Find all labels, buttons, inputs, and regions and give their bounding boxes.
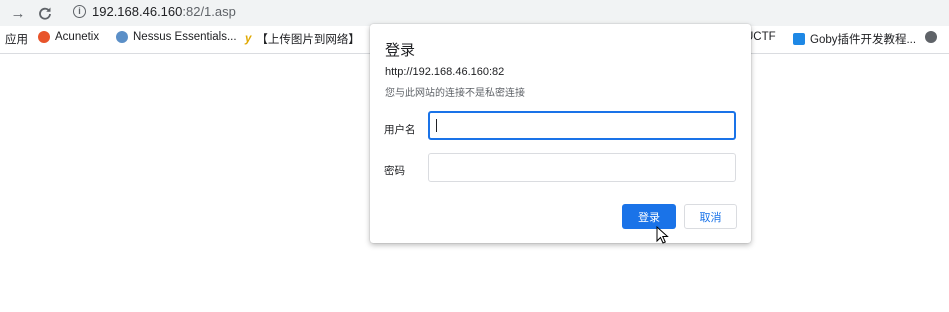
bookmark-globe[interactable] <box>925 31 942 43</box>
username-field[interactable] <box>428 111 736 140</box>
info-icon[interactable]: i <box>73 5 86 18</box>
bookmark-goby[interactable]: Goby插件开发教程... <box>793 31 916 47</box>
goby-icon <box>793 33 805 45</box>
acunetix-icon <box>38 31 50 43</box>
nessus-icon <box>116 31 128 43</box>
dialog-warning: 您与此网站的连接不是私密连接 <box>385 88 525 99</box>
dialog-site-url: http://192.168.46.160:82 <box>385 66 505 78</box>
arrow-right-icon: → <box>10 4 26 22</box>
bookmark-upload[interactable]: y 【上传图片到网络】 <box>245 31 360 47</box>
cancel-button[interactable]: 取消 <box>684 204 737 229</box>
password-label: 密码 <box>384 165 405 177</box>
bookmark-label: Acunetix <box>55 31 100 43</box>
text-caret <box>436 119 437 132</box>
address-bar[interactable]: i 192.168.46.160:82/1.asp <box>64 1 949 23</box>
bookmark-label: Nessus Essentials... <box>133 31 237 43</box>
bookmark-apps[interactable]: 应用 <box>5 31 28 47</box>
reload-icon <box>39 7 51 20</box>
globe-icon <box>925 31 937 43</box>
url-text: 192.168.46.160:82/1.asp <box>92 4 236 19</box>
upload-icon: y <box>245 33 252 45</box>
dialog-title: 登录 <box>385 42 416 59</box>
bookmark-label: 应用 <box>5 34 28 46</box>
username-label: 用户名 <box>384 124 416 136</box>
bookmark-label: 【上传图片到网络】 <box>256 34 360 46</box>
mouse-pointer-icon <box>656 226 669 244</box>
browser-toolbar: → i 192.168.46.160:82/1.asp <box>0 0 949 26</box>
login-dialog: 登录 http://192.168.46.160:82 您与此网站的连接不是私密… <box>370 24 751 243</box>
bookmark-nessus[interactable]: Nessus Essentials... <box>116 31 237 43</box>
bookmark-label: Goby插件开发教程... <box>810 34 917 46</box>
bookmark-acunetix[interactable]: Acunetix <box>38 31 99 43</box>
reload-button[interactable] <box>35 3 55 23</box>
forward-button[interactable]: → <box>8 3 28 23</box>
password-field[interactable] <box>428 153 736 182</box>
